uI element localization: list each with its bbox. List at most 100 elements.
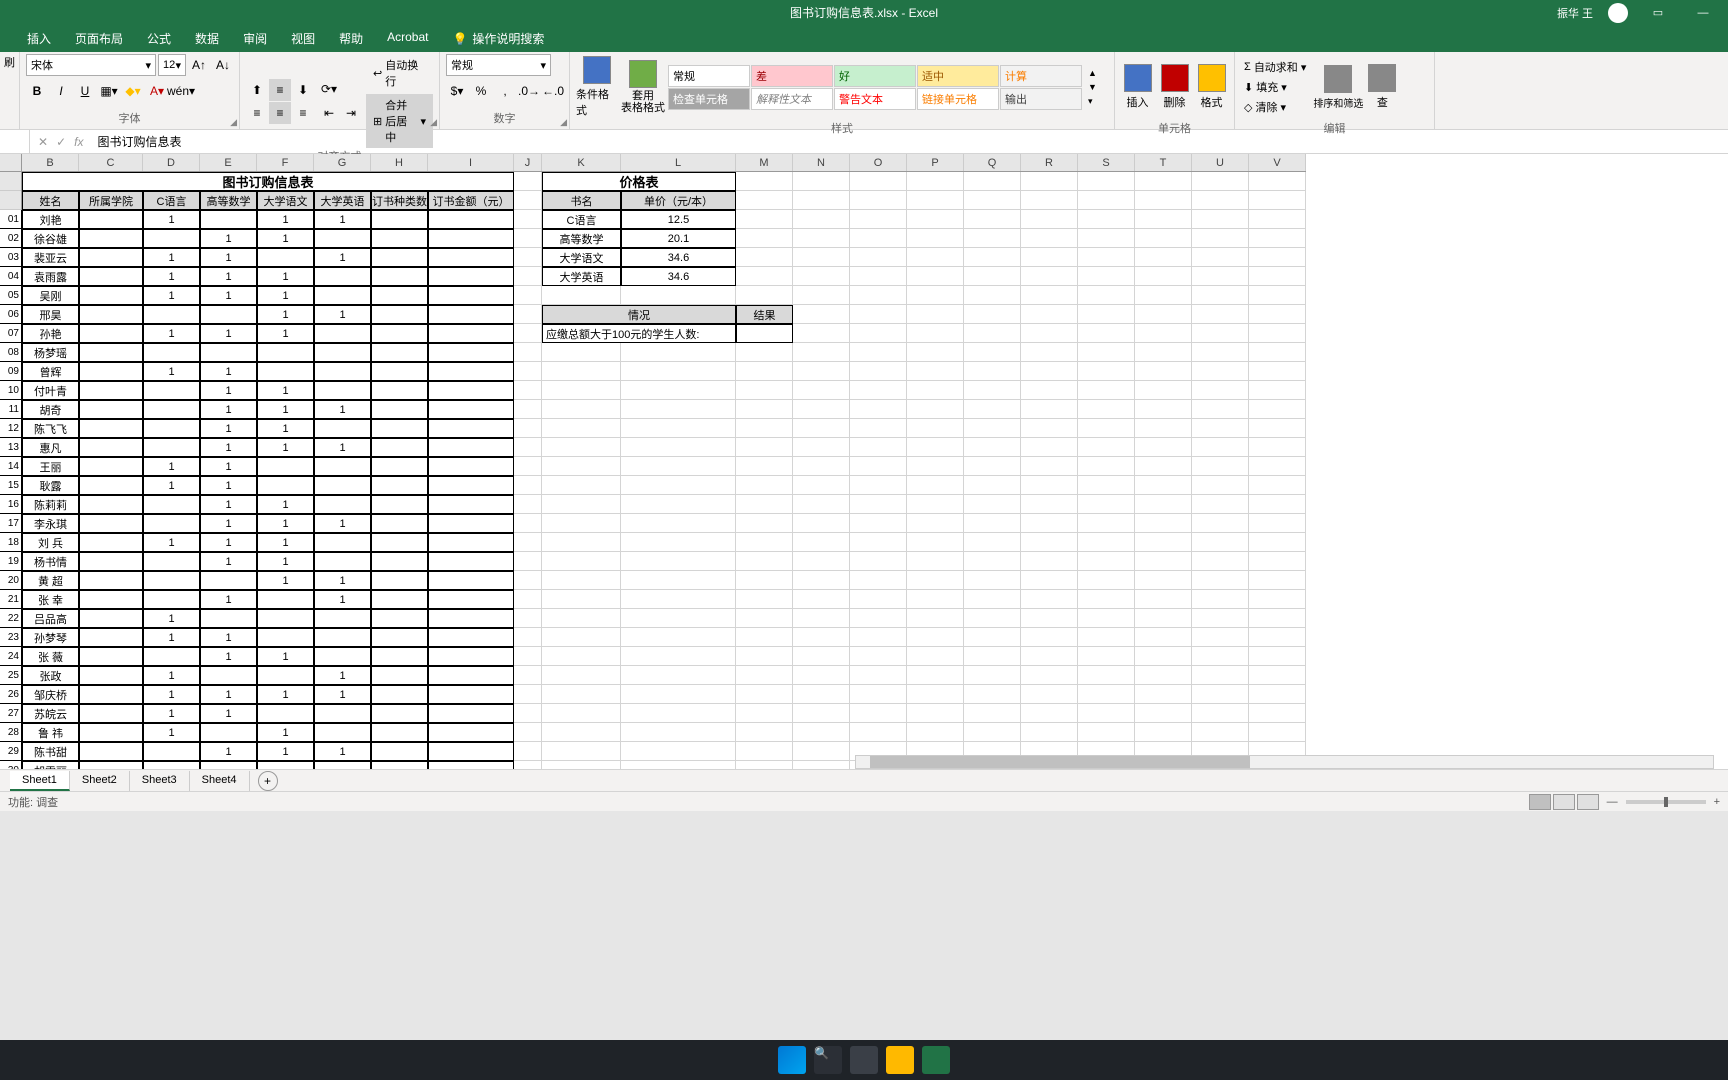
style-差[interactable]: 差 [751, 65, 833, 87]
conditional-format-button[interactable]: 条件格式 [576, 54, 618, 120]
cell[interactable]: 1 [314, 571, 371, 590]
cell[interactable]: C语言 [143, 191, 200, 210]
cell[interactable] [314, 324, 371, 343]
cell[interactable] [1135, 362, 1192, 381]
cell[interactable]: 1 [314, 305, 371, 324]
font-dialog-icon[interactable]: ◢ [230, 117, 237, 128]
tab-公式[interactable]: 公式 [135, 25, 183, 52]
col-header[interactable]: H [371, 154, 428, 171]
cell[interactable] [964, 457, 1021, 476]
cell[interactable]: 书名 [542, 191, 621, 210]
cell[interactable] [1021, 628, 1078, 647]
cancel-formula-icon[interactable]: ✕ [38, 135, 48, 149]
cell[interactable] [736, 533, 793, 552]
cell[interactable] [514, 362, 542, 381]
cell[interactable]: 27 [0, 704, 22, 723]
cell[interactable] [371, 381, 428, 400]
excel-taskbar-icon[interactable] [922, 1046, 950, 1074]
cell[interactable] [1192, 172, 1249, 191]
cell[interactable] [79, 761, 143, 769]
cell[interactable] [907, 172, 964, 191]
accounting-button[interactable]: $▾ [446, 80, 468, 102]
cell[interactable]: 14 [0, 457, 22, 476]
cell[interactable]: 18 [0, 533, 22, 552]
cell[interactable] [1135, 552, 1192, 571]
cell[interactable] [542, 533, 621, 552]
font-color-button[interactable]: A▾ [146, 80, 168, 102]
cell[interactable] [514, 723, 542, 742]
cell[interactable] [542, 362, 621, 381]
cell[interactable] [143, 495, 200, 514]
cell[interactable] [314, 609, 371, 628]
percent-button[interactable]: % [470, 80, 492, 102]
cell[interactable]: 15 [0, 476, 22, 495]
cell[interactable]: 1 [143, 324, 200, 343]
cell[interactable] [514, 761, 542, 769]
underline-button[interactable]: U [74, 80, 96, 102]
cell[interactable] [542, 476, 621, 495]
cell[interactable] [428, 609, 514, 628]
cell[interactable]: 1 [314, 685, 371, 704]
cell[interactable] [1078, 267, 1135, 286]
fill-color-button[interactable]: ◆▾ [122, 80, 144, 102]
cell[interactable] [1135, 533, 1192, 552]
style-警告文本[interactable]: 警告文本 [834, 88, 916, 110]
cell[interactable]: 1 [200, 324, 257, 343]
column-headers[interactable]: BCDEFGHIJKLMNOPQRSTUV [22, 154, 1306, 172]
cell[interactable] [314, 457, 371, 476]
page-break-view-icon[interactable] [1577, 794, 1599, 810]
cell[interactable] [964, 286, 1021, 305]
cell[interactable] [79, 248, 143, 267]
cell[interactable] [1192, 609, 1249, 628]
cell[interactable]: 12.5 [621, 210, 736, 229]
cell[interactable] [1192, 704, 1249, 723]
cell[interactable]: 大学英语 [314, 191, 371, 210]
cell[interactable] [143, 647, 200, 666]
cell[interactable]: 胡奇 [22, 400, 79, 419]
align-top-icon[interactable]: ⬆ [246, 79, 268, 101]
cell[interactable] [1021, 400, 1078, 419]
cell[interactable] [1135, 210, 1192, 229]
cell[interactable] [1135, 286, 1192, 305]
cell[interactable] [514, 191, 542, 210]
start-button[interactable] [778, 1046, 806, 1074]
style-检查单元格[interactable]: 检查单元格 [668, 88, 750, 110]
cell[interactable]: 1 [143, 286, 200, 305]
cell[interactable] [257, 590, 314, 609]
cell[interactable] [1249, 191, 1306, 210]
cell[interactable] [1135, 172, 1192, 191]
cell[interactable] [514, 229, 542, 248]
cell[interactable] [621, 381, 736, 400]
cell[interactable] [907, 723, 964, 742]
cell[interactable] [621, 495, 736, 514]
cell[interactable]: 13 [0, 438, 22, 457]
cell[interactable] [428, 704, 514, 723]
cell[interactable] [1135, 476, 1192, 495]
cell[interactable] [257, 666, 314, 685]
cell[interactable] [1135, 419, 1192, 438]
cell[interactable] [1078, 324, 1135, 343]
cell[interactable] [907, 362, 964, 381]
cell[interactable] [850, 210, 907, 229]
cell[interactable] [428, 666, 514, 685]
cell[interactable]: 鲁 祎 [22, 723, 79, 742]
cell[interactable]: 订书金额（元） [428, 191, 514, 210]
cell[interactable]: 苏皖云 [22, 704, 79, 723]
fx-icon[interactable]: fx [74, 135, 83, 149]
border-button[interactable]: ▦▾ [98, 80, 120, 102]
cell[interactable] [1021, 609, 1078, 628]
cell[interactable]: 张 薇 [22, 647, 79, 666]
cell[interactable]: 结果 [736, 305, 793, 324]
cell[interactable] [371, 571, 428, 590]
cell[interactable]: 杨书情 [22, 552, 79, 571]
cell[interactable] [736, 628, 793, 647]
cell[interactable] [514, 419, 542, 438]
cell[interactable] [542, 571, 621, 590]
col-header[interactable]: N [793, 154, 850, 171]
cell[interactable] [1078, 457, 1135, 476]
cell[interactable]: 1 [200, 419, 257, 438]
cell[interactable] [542, 495, 621, 514]
cell[interactable] [514, 609, 542, 628]
cell[interactable] [1021, 419, 1078, 438]
cell[interactable] [428, 381, 514, 400]
